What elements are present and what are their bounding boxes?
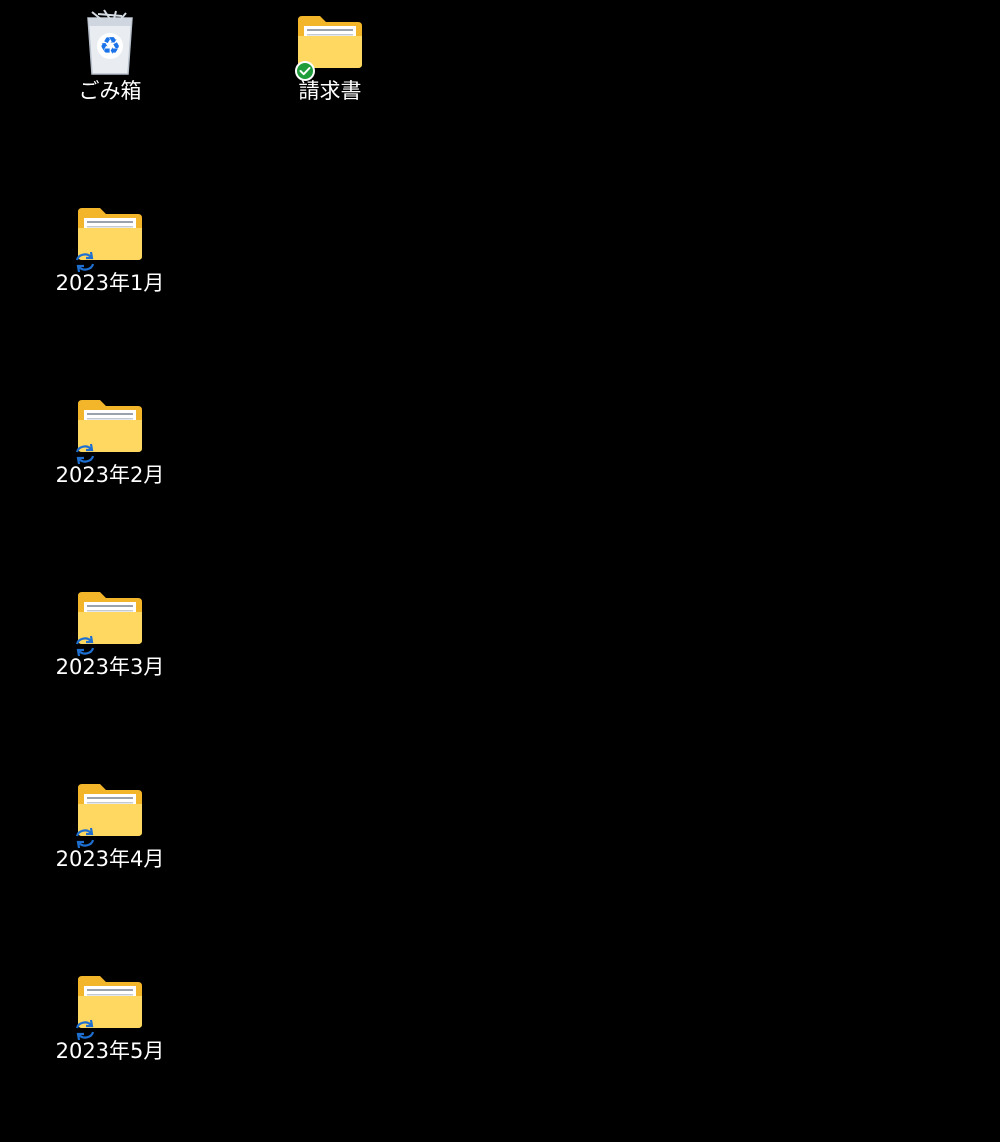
desktop-icon-folder[interactable]: 請求書 (260, 8, 400, 128)
folder-label: 請求書 (298, 79, 362, 103)
recycle-bin-label: ごみ箱 (78, 79, 142, 103)
desktop-icon-folder[interactable]: 2023年4月 (40, 776, 180, 896)
recycle-bin-icon: ♻ (74, 8, 146, 75)
svg-text:♻: ♻ (99, 32, 121, 60)
folder-label: 2023年2月 (55, 463, 165, 487)
folder-label: 2023年5月 (55, 1039, 165, 1063)
folder-label: 2023年3月 (55, 655, 165, 679)
desktop-icon-folder[interactable]: 2023年1月 (40, 200, 180, 320)
desktop-icon-folder[interactable]: 2023年3月 (40, 584, 180, 704)
folder-label: 2023年4月 (55, 847, 165, 871)
folder-label: 2023年1月 (55, 271, 165, 295)
desktop: ♻ ごみ箱 請求書 2023年1月 2023年2月 2023年3月 2023年4… (0, 0, 1000, 1142)
folder-icon (294, 8, 366, 68)
desktop-icon-recycle-bin[interactable]: ♻ ごみ箱 (40, 8, 180, 128)
desktop-icon-folder[interactable]: 2023年5月 (40, 968, 180, 1088)
desktop-icon-folder[interactable]: 2023年2月 (40, 392, 180, 512)
